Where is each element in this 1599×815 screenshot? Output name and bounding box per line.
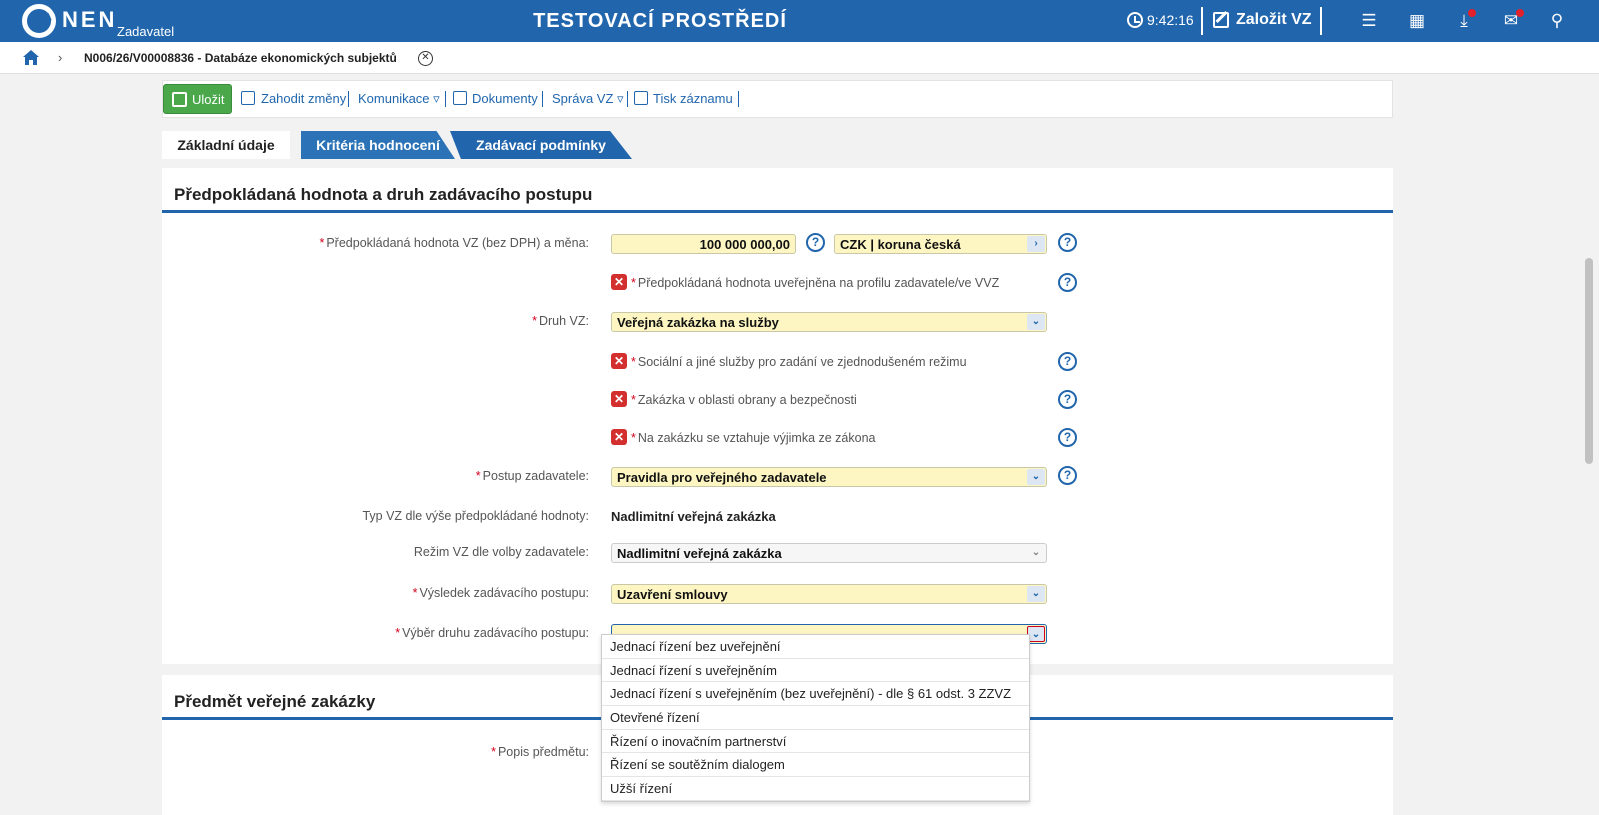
social-services-label: * Sociální a jiné služby pro zadání ve zj… [631, 355, 967, 369]
vz-size-type-label: Typ VZ dle výše předpokládané hodnoty: [362, 509, 589, 523]
estimated-value-input[interactable]: 100 000 000,00 [611, 234, 796, 254]
header-divider [1320, 7, 1322, 35]
chevron-down-icon[interactable]: ⌄ [1027, 545, 1045, 561]
save-button[interactable]: Uložit [163, 84, 232, 114]
result-select[interactable]: Uzavření smlouvy ⌄ [611, 584, 1047, 604]
chevron-down-icon[interactable]: ⌄ [1027, 586, 1045, 602]
published-checkbox[interactable]: ✕ [611, 274, 627, 290]
save-label: Uložit [192, 92, 225, 107]
toolbar-separator [738, 91, 739, 107]
help-icon[interactable]: ? [1058, 352, 1077, 371]
communication-menu[interactable]: Komunikace ▿ [358, 91, 440, 107]
vz-type-select[interactable]: Veřejná zakázka na služby ⌄ [611, 312, 1047, 332]
discard-changes-link[interactable]: Zahodit změny [261, 91, 346, 106]
procedure-value: Pravidla pro veřejného zadavatele [617, 470, 827, 485]
header-divider [1201, 7, 1203, 35]
dropdown-option[interactable]: Řízení se soutěžním dialogem [602, 753, 1029, 778]
documents-link[interactable]: Dokumenty [472, 91, 538, 106]
notification-badge [1516, 9, 1524, 17]
defense-checkbox[interactable]: ✕ [611, 391, 627, 407]
section-title: Předpokládaná hodnota a druh zadávacího … [174, 185, 593, 204]
user-icon[interactable]: ⚲ [1548, 12, 1566, 30]
procedure-select[interactable]: Pravidla pro veřejného zadavatele ⌄ [611, 467, 1047, 487]
chevron-right-icon[interactable]: › [1027, 236, 1045, 252]
tab-tender-conditions[interactable]: Zadávací podmínky [450, 131, 632, 159]
tab-evaluation-criteria[interactable]: Kritéria hodnocení [301, 131, 455, 159]
menu-icon[interactable]: ☰ [1360, 12, 1378, 30]
save-icon [172, 92, 187, 107]
page-scrollbar[interactable] [1585, 258, 1593, 464]
print-icon [634, 91, 648, 105]
dropdown-option[interactable]: Řízení o inovačním partnerství [602, 730, 1029, 754]
vz-type-label: * Druh VZ: [532, 314, 589, 328]
close-icon[interactable]: ✕ [418, 51, 433, 66]
currency-value: CZK | koruna česká [840, 237, 961, 252]
notification-badge [1468, 9, 1476, 17]
manage-vz-menu[interactable]: Správa VZ ▿ [552, 91, 624, 107]
create-vz-button[interactable]: Založit VZ [1236, 11, 1312, 29]
help-icon[interactable]: ? [1058, 233, 1077, 252]
regime-label: Režim VZ dle volby zadavatele: [413, 545, 589, 559]
edit-icon[interactable] [1213, 12, 1229, 28]
chevron-down-icon[interactable]: ⌄ [1027, 469, 1045, 485]
print-record-link[interactable]: Tisk záznamu [653, 91, 733, 106]
procedure-label: * Postup zadavatele: [475, 469, 589, 483]
social-services-checkbox[interactable]: ✕ [611, 353, 627, 369]
defense-label: * Zakázka v oblasti obrany a bezpečnosti [631, 393, 857, 407]
breadcrumb: › N006/26/V00008836 - Databáze ekonomick… [0, 42, 1599, 74]
dropdown-option[interactable]: Jednací řízení bez uveřejnění [602, 635, 1029, 659]
help-icon[interactable]: ? [1058, 273, 1077, 292]
help-icon[interactable]: ? [806, 233, 825, 252]
dropdown-option[interactable]: Otevřené řízení [602, 706, 1029, 730]
result-label: * Výsledek zadávacího postupu: [412, 586, 589, 600]
dropdown-option[interactable]: Jednací řízení s uveřejněním (bez uveřej… [602, 682, 1029, 707]
chevron-right-icon: › [58, 50, 63, 65]
help-icon[interactable]: ? [1058, 390, 1077, 409]
subject-description-label: * Popis předmětu: [491, 745, 589, 759]
section-title: Předmět veřejné zakázky [174, 692, 376, 711]
action-toolbar: Uložit Zahodit změny Komunikace ▿ Dokume… [162, 80, 1393, 118]
home-icon[interactable] [22, 49, 40, 66]
procedure-choice-label: * Výběr druhu zadávacího postupu: [395, 626, 589, 640]
exception-label: * Na zakázku se vztahuje výjimka ze zákon… [631, 431, 876, 445]
tab-basic-info[interactable]: Základní údaje [162, 131, 290, 159]
calendar-icon[interactable]: ▦ [1408, 12, 1426, 30]
chevron-down-icon[interactable]: ⌄ [1027, 314, 1045, 330]
toolbar-separator [445, 91, 446, 107]
toolbar-separator [348, 91, 349, 107]
regime-value: Nadlimitní veřejná zakázka [617, 546, 782, 561]
estimated-value-label: * Předpokládaná hodnota VZ (bez DPH) a mě… [319, 236, 589, 250]
top-bar: NEN Zadavatel TESTOVACÍ PROSTŘEDÍ 9:42:1… [0, 0, 1599, 42]
documents-icon [453, 91, 467, 105]
result-value: Uzavření smlouvy [617, 587, 728, 602]
toolbar-separator [627, 91, 628, 107]
dropdown-option[interactable]: Jednací řízení s uveřejněním [602, 659, 1029, 683]
regime-select[interactable]: Nadlimitní veřejná zakázka ⌄ [611, 543, 1047, 563]
clock-icon [1127, 12, 1143, 28]
exception-checkbox[interactable]: ✕ [611, 429, 627, 445]
currency-select[interactable]: CZK | koruna česká › [834, 234, 1047, 254]
toolbar-separator [542, 91, 543, 107]
undo-icon [241, 91, 255, 105]
published-label: * Předpokládaná hodnota uveřejněna na pro… [631, 276, 1000, 290]
breadcrumb-current[interactable]: N006/26/V00008836 - Databáze ekonomickýc… [84, 51, 397, 65]
help-icon[interactable]: ? [1058, 466, 1077, 485]
vz-size-type-value: Nadlimitní veřejná zakázka [611, 509, 776, 524]
procedure-choice-dropdown: Jednací řízení bez uveřejnění Jednací ří… [601, 634, 1030, 802]
section-divider [162, 210, 1393, 213]
help-icon[interactable]: ? [1058, 428, 1077, 447]
dropdown-option[interactable]: Užší řízení [602, 777, 1029, 801]
environment-title: TESTOVACÍ PROSTŘEDÍ [533, 10, 787, 32]
vz-type-value: Veřejná zakázka na služby [617, 315, 779, 330]
session-time: 9:42:16 [1147, 12, 1194, 28]
